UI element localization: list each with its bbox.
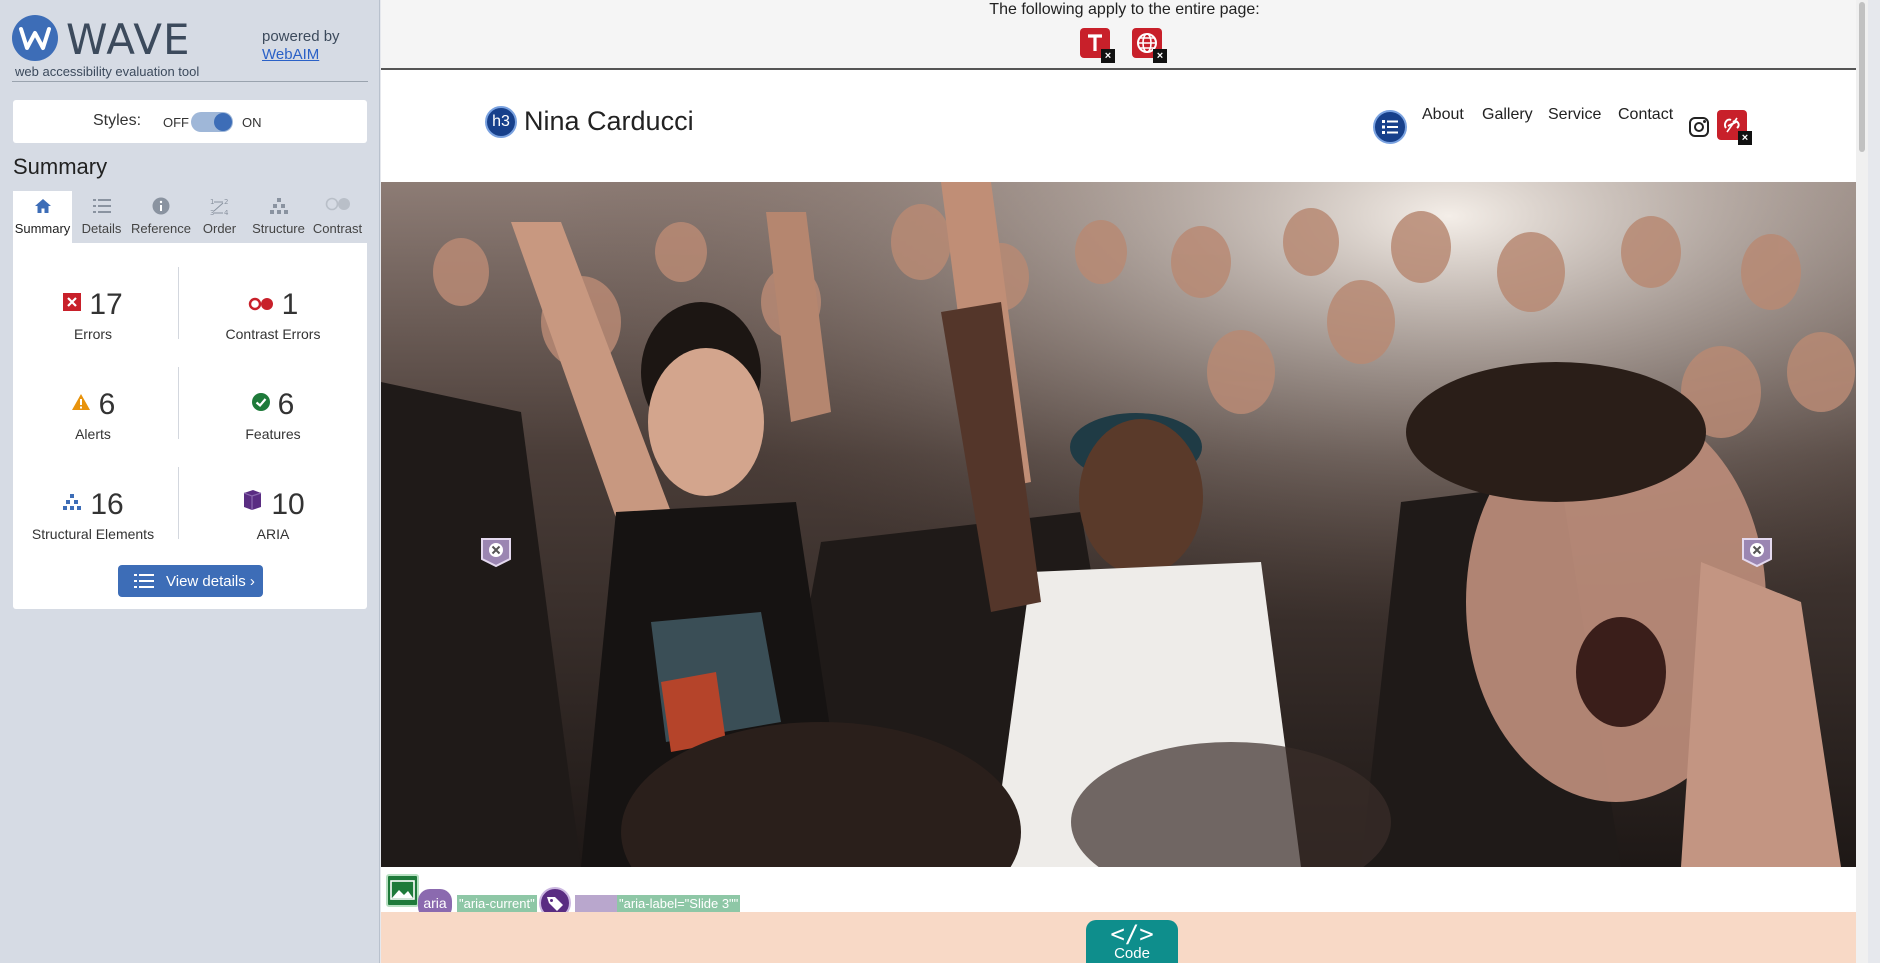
site-header: h3 Nina Carducci About Gallery Service C… [381,70,1868,182]
aria-overlap-chip[interactable] [575,895,623,912]
aria-current-chip[interactable]: "aria-current" [457,895,537,912]
tab-contrast[interactable]: Contrast [308,191,367,243]
contrast-errors-count: 1 [281,288,299,321]
scrollbar-thumb[interactable] [1859,2,1865,152]
wave-tagline: web accessibility evaluation tool [15,64,200,79]
code-view-button[interactable]: </> Code [1086,920,1178,963]
concert-crowd-photo [381,182,1864,867]
nav-link-contact[interactable]: Contact [1618,106,1673,124]
list-icon [72,191,131,217]
stat-features: 6 Features [193,385,353,442]
svg-text:3: 3 [210,209,214,217]
errors-label: Errors [73,326,113,342]
contrast-error-icon [248,285,274,319]
aria-label-chip[interactable]: "aria-label="Slide 3"" [617,895,741,912]
aria-count: 10 [271,488,305,521]
page-issues-note: The following apply to the entire page: [989,1,1260,18]
errors-count: 17 [89,288,123,321]
nav-link-service[interactable]: Service [1548,106,1601,124]
svg-text:1: 1 [210,198,214,206]
order-icon: 1 2 3 4 [190,191,249,217]
page-preview: The following apply to the entire page: … [381,0,1868,963]
nav-link-about[interactable]: About [1422,106,1464,124]
code-label: Code [1114,945,1150,962]
stat-errors: 17 Errors [13,285,173,342]
site-title[interactable]: Nina Carducci [524,106,694,137]
wave-sidebar: WAVE web accessibility evaluation tool p… [0,0,380,963]
divider [178,267,179,339]
hero-carousel-image[interactable] [381,182,1864,867]
stat-structural: 16 Structural Elements [13,485,173,542]
wave-title: WAVE [66,15,191,64]
styles-toggle-box: Styles: OFF ON [13,100,367,143]
alert-icon [71,385,91,419]
toggle-knob [214,113,232,131]
tab-structure[interactable]: Structure [249,191,308,243]
powered-by: powered by WebAIM [262,28,340,64]
home-icon [13,191,72,217]
summary-panel: Summary Details Reference 1234 Order Str… [13,191,367,609]
tab-order[interactable]: 1234 Order [190,191,249,243]
tab-label: Summary [14,221,71,236]
tab-label: Contrast [312,221,363,236]
structure-icon [62,485,82,519]
features-label: Features [245,426,301,442]
stat-alerts: 6 Alerts [13,385,173,442]
styles-toggle[interactable] [191,112,233,132]
carousel-prev-error-icon[interactable] [478,533,514,569]
features-count: 6 [277,388,295,421]
carousel-next-error-icon[interactable] [1739,533,1775,569]
tab-label: Details [81,221,122,236]
styles-label: Styles: [93,112,142,129]
view-details-button[interactable]: View details › [118,565,263,597]
tab-label: Reference [131,221,191,236]
tab-label: Structure [252,221,305,236]
missing-title-error-icon[interactable]: × [1080,28,1115,63]
language-missing-error-icon[interactable]: × [1132,28,1167,63]
divider [178,367,179,439]
structural-label: Structural Elements [31,526,155,542]
structure-icon [249,191,308,217]
wave-logo-icon [12,15,58,61]
stat-contrast-errors: 1 Contrast Errors [193,285,353,342]
panel-tabs: Summary Details Reference 1234 Order Str… [13,191,367,243]
styles-on-label: ON [242,115,262,130]
svg-text:2: 2 [224,198,228,206]
view-details-label: View details › [166,573,255,590]
wave-branding: WAVE web accessibility evaluation tool p… [12,12,368,82]
feature-check-icon [251,385,270,419]
svg-text:4: 4 [224,209,229,217]
heading-level-badge[interactable]: h3 [485,106,517,138]
aria-label: ARIA [256,526,290,542]
list-structure-icon[interactable] [1373,110,1407,144]
empty-link-error-icon[interactable]: × [1717,110,1752,145]
tab-reference[interactable]: Reference [131,191,191,243]
carousel-indicators-area: aria "aria-current" "aria-label="Slide 3… [381,867,1864,963]
stat-aria: 10 ARIA [193,485,353,542]
aria-cube-icon [241,485,263,519]
alerts-label: Alerts [75,426,111,442]
error-icon [63,285,82,319]
code-icon: </> [1110,920,1154,948]
contrast-icon [308,191,367,217]
image-feature-icon[interactable] [386,874,419,907]
tab-summary[interactable]: Summary [13,191,72,243]
tab-details[interactable]: Details [72,191,131,243]
divider [178,467,179,539]
summary-heading: Summary [13,154,108,179]
page-level-issues: The following apply to the entire page: … [381,0,1868,70]
alerts-count: 6 [98,388,116,421]
styles-off-label: OFF [163,115,189,130]
list-icon [134,573,154,593]
contrast-errors-label: Contrast Errors [225,326,321,342]
instagram-icon[interactable] [1689,117,1709,137]
page-scrollbar[interactable] [1856,0,1868,963]
info-icon [131,191,190,217]
structural-count: 16 [90,488,124,521]
nav-link-gallery[interactable]: Gallery [1482,106,1533,124]
powered-by-label: powered by [262,28,340,45]
webaim-link[interactable]: WebAIM [262,46,340,64]
